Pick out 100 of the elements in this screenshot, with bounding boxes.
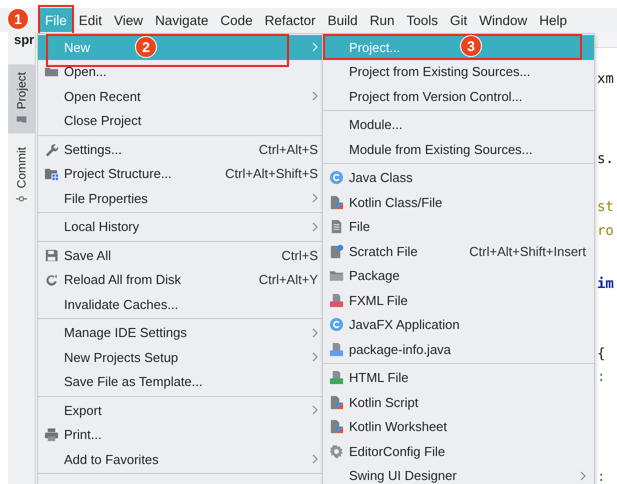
menu-item-label: Invalidate Caches... [64,296,178,312]
menu-item-label: Save All [64,248,111,263]
menu-item[interactable]: Swing UI Designer [323,464,594,484]
menu-item-label: Print... [64,427,102,442]
shortcut-text: Ctrl+Alt+S [258,142,318,157]
menu-item-label: New [64,40,90,55]
menu-item-label: HTML File [349,370,408,386]
menu-item[interactable]: Module... [323,112,594,137]
menu-item[interactable]: Project from Version Control... [323,84,594,108]
editor-tab[interactable]: spr [14,32,34,47]
menu-bar-item[interactable]: Git [444,8,472,32]
scratch-file-icon [328,244,344,259]
menu-item[interactable]: package-info.java [323,337,594,362]
menu-bar-item[interactable]: Navigate [150,8,214,32]
menu-item-label: EditorConfig File [349,444,446,459]
reload-icon [44,272,58,288]
java-file-icon [328,342,344,357]
shortcut-text: Ctrl+Alt+Shift+Insert [468,244,586,259]
code-text: : [597,368,606,387]
menu-item[interactable]: Save File as Template... [38,370,326,394]
menu-item[interactable]: Package [323,264,594,288]
tool-window-tab[interactable]: Project [8,64,35,134]
menu-item[interactable]: FXML File [323,288,594,312]
menu-item[interactable]: Print... [38,422,326,447]
menu-item-label: Manage IDE Settings [64,325,187,340]
menu-item[interactable]: File [323,214,594,239]
menu-bar-item[interactable]: Tools [401,8,443,32]
floppy-icon [44,248,58,263]
menu-item[interactable]: Kotlin Worksheet [323,414,594,439]
code-text: st [597,198,614,217]
wrench-icon [44,142,58,157]
menu-item[interactable]: EditorConfig File [323,439,594,464]
menu-item[interactable]: JavaFX Application [323,312,594,337]
menu-bar-item[interactable]: Edit [74,8,108,32]
code-text: xm [597,70,614,89]
menu-item-label: Project Structure... [64,166,172,182]
menu-item[interactable]: Export [38,398,326,422]
menu-item-label: Open Recent [64,88,141,104]
folder-icon [16,114,27,126]
menu-item[interactable]: Reload All from Disk Ctrl+Alt+Y [38,268,326,292]
menu-bar-item[interactable]: Window [474,8,532,32]
menu-item-label: Scratch File [349,244,418,259]
menu-item-label: JavaFX Application [349,317,460,332]
step-badge: 1 [7,8,29,30]
menu-item-label: Export [64,402,102,418]
kotlin-file-icon [328,394,344,410]
menu-item[interactable]: Settings... Ctrl+Alt+S [38,137,326,162]
menu-item-label: Kotlin Worksheet [349,419,448,434]
menu-item-label: package-info.java [349,342,451,357]
code-text: : [597,468,606,484]
menu-item[interactable]: Invalidate Caches... [38,292,326,316]
menu-item[interactable]: Module from Existing Sources... [323,137,594,162]
menu-item[interactable]: Add to Favorites [38,447,326,472]
menu-item-label: Project from Existing Sources... [349,64,530,80]
menu-item-label: FXML File [349,292,408,308]
menu-bar-item[interactable]: Help [534,8,572,32]
menu-item[interactable]: Project Structure... Ctrl+Alt+Shift+S [38,162,326,186]
html-file-icon [328,370,344,386]
menu-item-label: Swing UI Designer [349,468,457,484]
menu-item-label: Project from Version Control... [349,88,522,104]
menu-item-label: Module... [349,117,402,132]
menu-bar-item[interactable]: View [109,8,148,32]
menu-item-label: Project... [349,40,400,55]
shortcut-text: Ctrl+Alt+Shift+S [224,166,318,182]
menu-item[interactable]: Local History [38,214,326,239]
menu-item-label: New Projects Setup [64,350,178,365]
class-icon [328,170,344,186]
gear-icon [328,444,344,459]
menu-item-label: Open... [64,64,107,80]
menu-item-label: Kotlin Script [349,394,418,410]
menu-item[interactable]: Java Class [323,166,594,190]
menu-bar-item[interactable]: Build [322,8,363,32]
shortcut-text: Ctrl+S [280,248,318,263]
menu-item[interactable]: Scratch File Ctrl+Alt+Shift+Insert [323,239,594,264]
menu-bar-item[interactable]: Refactor [260,8,321,32]
menu-item[interactable]: Save All Ctrl+S [38,243,326,268]
menu-item[interactable]: New Projects Setup [38,345,326,370]
menu-bar-item[interactable]: Run [364,8,400,32]
shortcut-text: Ctrl+Alt+Y [258,272,318,288]
menu-item[interactable]: Kotlin Class/File [323,190,594,214]
menu-item-label: Local History [64,219,140,234]
menu-bar-item[interactable]: Code [215,8,258,32]
code-text: { [597,345,606,364]
menu-item[interactable]: Open... [38,60,326,84]
menu-item[interactable]: Project from Existing Sources... [323,60,594,84]
menu-item[interactable]: Kotlin Script [323,390,594,414]
menu-item-label: Reload All from Disk [64,272,182,288]
menu-item[interactable]: HTML File [323,366,594,390]
printer-icon [44,427,58,442]
code-text: ro [597,222,614,241]
tool-window-tab[interactable]: Commit [8,139,35,213]
menu-item-label: Package [349,268,400,284]
menu-item-label: Close Project [64,113,142,128]
menu-item[interactable]: Open Recent [38,84,326,108]
menu-item-label: Module from Existing Sources... [349,142,533,157]
menu-item-label: Settings... [64,142,122,157]
menu-item[interactable]: Close Project [38,108,326,133]
menu-item[interactable]: File Properties [38,186,326,210]
menu-item[interactable]: Manage IDE Settings [38,320,326,345]
kotlin-file-icon [328,194,344,210]
